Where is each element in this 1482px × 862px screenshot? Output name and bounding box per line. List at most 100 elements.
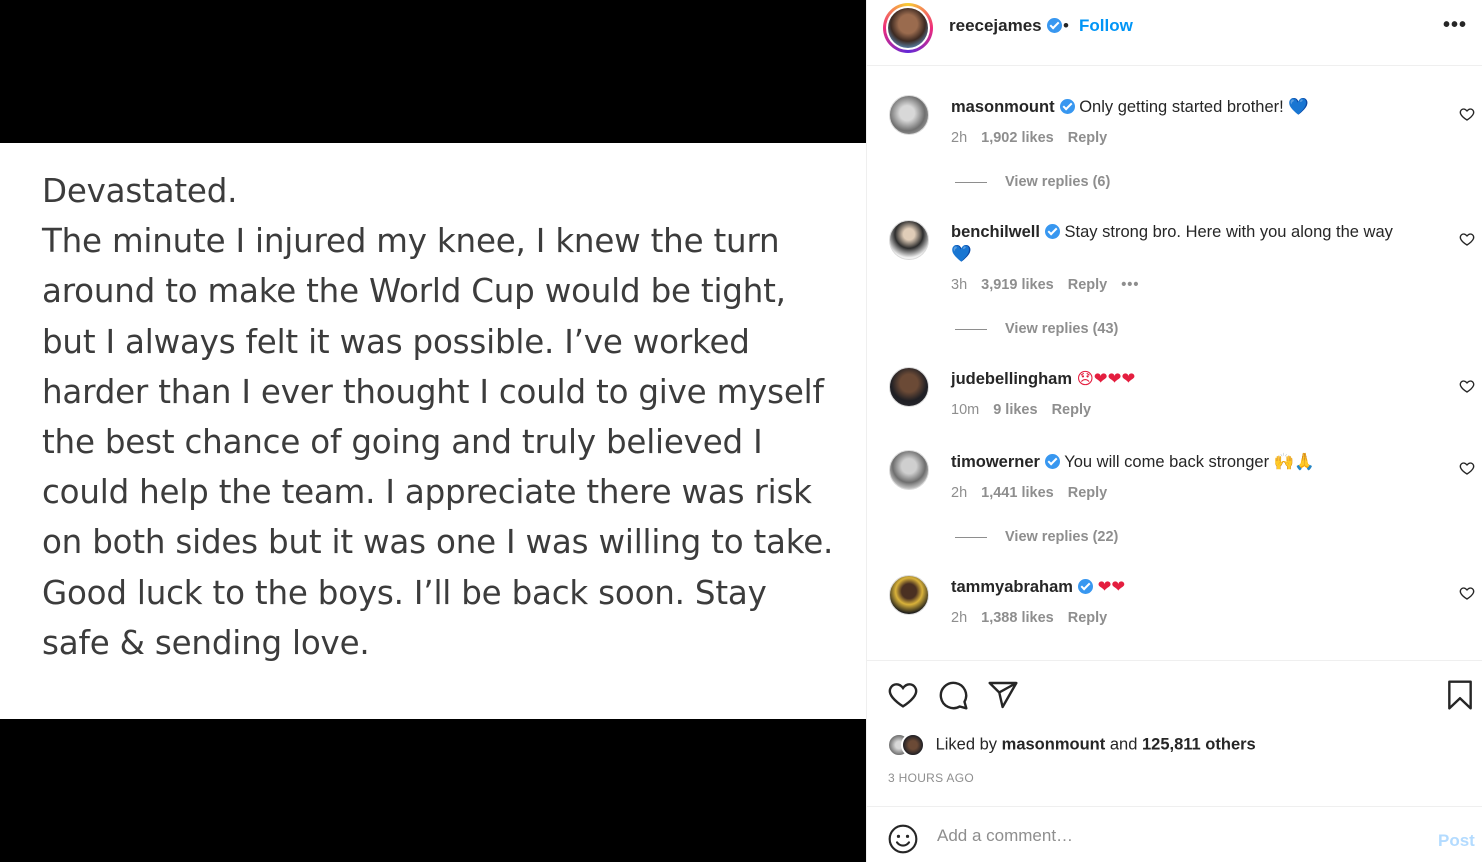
- emoji-smiley-icon[interactable]: [887, 823, 919, 855]
- more-options-icon[interactable]: •••: [1443, 14, 1467, 37]
- comment-time[interactable]: 2h: [951, 130, 967, 146]
- comment-meta: 2h 1,441 likes Reply: [951, 485, 1121, 501]
- replies-divider-line: [955, 536, 987, 538]
- reply-button[interactable]: Reply: [1068, 485, 1108, 501]
- note-line: Devastated.: [42, 172, 238, 210]
- note-line: The minute I injured my knee, I knew the…: [42, 222, 780, 261]
- share-send-icon[interactable]: [987, 679, 1019, 711]
- comment-username[interactable]: masonmount: [951, 98, 1055, 116]
- liked-by-user[interactable]: masonmount: [1002, 735, 1106, 753]
- like-comment-heart-icon[interactable]: [1459, 585, 1475, 601]
- comment-time[interactable]: 3h: [951, 277, 967, 293]
- view-replies-button[interactable]: View replies (43): [955, 321, 1118, 337]
- comment-likes[interactable]: 1,441 likes: [981, 485, 1054, 501]
- comment-text: Only getting started brother!: [1079, 98, 1284, 116]
- commenter-avatar[interactable]: [889, 220, 929, 260]
- comment-likes[interactable]: 9 likes: [993, 402, 1037, 418]
- avatar-image: [888, 8, 928, 48]
- liked-by-conjunction: and: [1109, 735, 1138, 754]
- post-actions: Liked by masonmount and 125,811 others 3…: [867, 660, 1482, 806]
- commenter-avatar[interactable]: [889, 367, 929, 407]
- comment-username[interactable]: timowerner: [951, 453, 1040, 471]
- note-line: on both sides but it was one I was willi…: [42, 523, 834, 562]
- like-heart-icon[interactable]: [887, 679, 919, 711]
- view-replies-label[interactable]: View replies (6): [1005, 174, 1110, 190]
- comment-meta: 3h 3,919 likes Reply •••: [951, 277, 1153, 293]
- comment-text: You will come back stronger: [1064, 453, 1270, 471]
- like-comment-heart-icon[interactable]: [1459, 231, 1475, 247]
- view-replies-button[interactable]: View replies (22): [955, 529, 1118, 545]
- verified-icon: [1044, 224, 1060, 239]
- note-line: safe & sending love.: [42, 623, 370, 662]
- commenter-avatar[interactable]: [889, 575, 929, 615]
- comment-meta: 10m 9 likes Reply: [951, 402, 1105, 418]
- author-username-text[interactable]: reecejames: [949, 16, 1042, 35]
- comment-body: tammyabraham ❤❤: [951, 576, 1421, 598]
- comment-likes[interactable]: 1,902 likes: [981, 130, 1054, 146]
- comment-options-icon[interactable]: •••: [1121, 277, 1139, 293]
- reply-button[interactable]: Reply: [1052, 402, 1092, 418]
- comment-body: masonmount Only getting started brother!…: [951, 96, 1421, 118]
- comment-bubble-icon[interactable]: [937, 679, 969, 711]
- commenter-avatar[interactable]: [889, 450, 929, 490]
- commenter-avatar[interactable]: [889, 95, 929, 135]
- view-replies-label[interactable]: View replies (43): [1005, 321, 1118, 337]
- comment-time[interactable]: 10m: [951, 402, 979, 418]
- comment-body: timowerner You will come back stronger 🙌…: [951, 451, 1421, 473]
- verified-icon: [1046, 18, 1062, 33]
- red-hearts-emoji: ❤❤: [1097, 577, 1126, 596]
- comment-body: judebellingham 😞❤❤❤: [951, 368, 1421, 390]
- like-comment-heart-icon[interactable]: [1459, 460, 1475, 476]
- reply-button[interactable]: Reply: [1068, 130, 1108, 146]
- comment-likes[interactable]: 1,388 likes: [981, 610, 1054, 626]
- like-comment-heart-icon[interactable]: [1459, 106, 1475, 122]
- author-avatar[interactable]: [883, 3, 933, 53]
- liked-by: Liked by masonmount and 125,811 others: [887, 733, 1256, 757]
- comment-meta: 2h 1,388 likes Reply: [951, 610, 1121, 626]
- note-line: around to make the World Cup would be ti…: [42, 272, 786, 311]
- verified-icon: [1044, 454, 1060, 469]
- add-comment-input[interactable]: [937, 821, 1417, 851]
- liker-avatar[interactable]: [901, 733, 925, 757]
- likes-count[interactable]: 125,811 others: [1142, 735, 1256, 753]
- comment-meta: 2h 1,902 likes Reply: [951, 130, 1121, 146]
- note-line: the best chance of going and truly belie…: [42, 423, 763, 462]
- note-line: but I always felt it was possible. I’ve …: [42, 322, 750, 361]
- separator-dot: •: [1063, 16, 1069, 35]
- verified-icon: [1077, 579, 1093, 594]
- post-media[interactable]: Devastated. The minute I injured my knee…: [0, 0, 866, 862]
- avatar-ring-gap: [886, 6, 930, 50]
- verified-icon: [1059, 99, 1075, 114]
- add-comment-bar: Post: [867, 806, 1482, 862]
- comment-time[interactable]: 2h: [951, 485, 967, 501]
- note-line: harder than I ever thought I could to gi…: [42, 372, 824, 411]
- comment-body: benchilwell Stay strong bro. Here with y…: [951, 221, 1421, 265]
- note-line: could help the team. I appreciate there …: [42, 473, 812, 512]
- comment-time[interactable]: 2h: [951, 610, 967, 626]
- post-header: reecejames • Follow •••: [867, 0, 1482, 66]
- reply-button[interactable]: Reply: [1068, 610, 1108, 626]
- comment-username[interactable]: judebellingham: [951, 370, 1072, 388]
- like-comment-heart-icon[interactable]: [1459, 378, 1475, 394]
- save-bookmark-icon[interactable]: [1444, 679, 1476, 711]
- blue-heart-emoji: 💙: [1288, 97, 1309, 116]
- post-comment-button[interactable]: Post: [1438, 831, 1475, 851]
- author-username[interactable]: reecejames: [949, 16, 1062, 36]
- reply-button[interactable]: Reply: [1068, 277, 1108, 293]
- sad-face-and-red-hearts-emoji: 😞❤❤❤: [1076, 369, 1136, 388]
- post-timestamp[interactable]: 3 HOURS AGO: [888, 771, 974, 785]
- note-line: Good luck to the boys. I’ll be back soon…: [42, 573, 767, 612]
- post-side-panel: reecejames • Follow ••• masonmount Only …: [866, 0, 1482, 862]
- replies-divider-line: [955, 181, 987, 183]
- comment-username[interactable]: benchilwell: [951, 223, 1040, 241]
- raising-hands-and-pray-emoji: 🙌🙏: [1273, 452, 1315, 471]
- comment-likes[interactable]: 3,919 likes: [981, 277, 1054, 293]
- blue-heart-emoji: 💙: [951, 244, 972, 263]
- liked-by-label: Liked by: [935, 735, 998, 754]
- view-replies-button[interactable]: View replies (6): [955, 174, 1110, 190]
- view-replies-label[interactable]: View replies (22): [1005, 529, 1118, 545]
- follow-button[interactable]: Follow: [1079, 16, 1133, 36]
- post-image-text: Devastated. The minute I injured my knee…: [42, 166, 842, 668]
- comment-username[interactable]: tammyabraham: [951, 578, 1073, 596]
- comment-text: Stay strong bro. Here with you along the…: [1064, 223, 1393, 241]
